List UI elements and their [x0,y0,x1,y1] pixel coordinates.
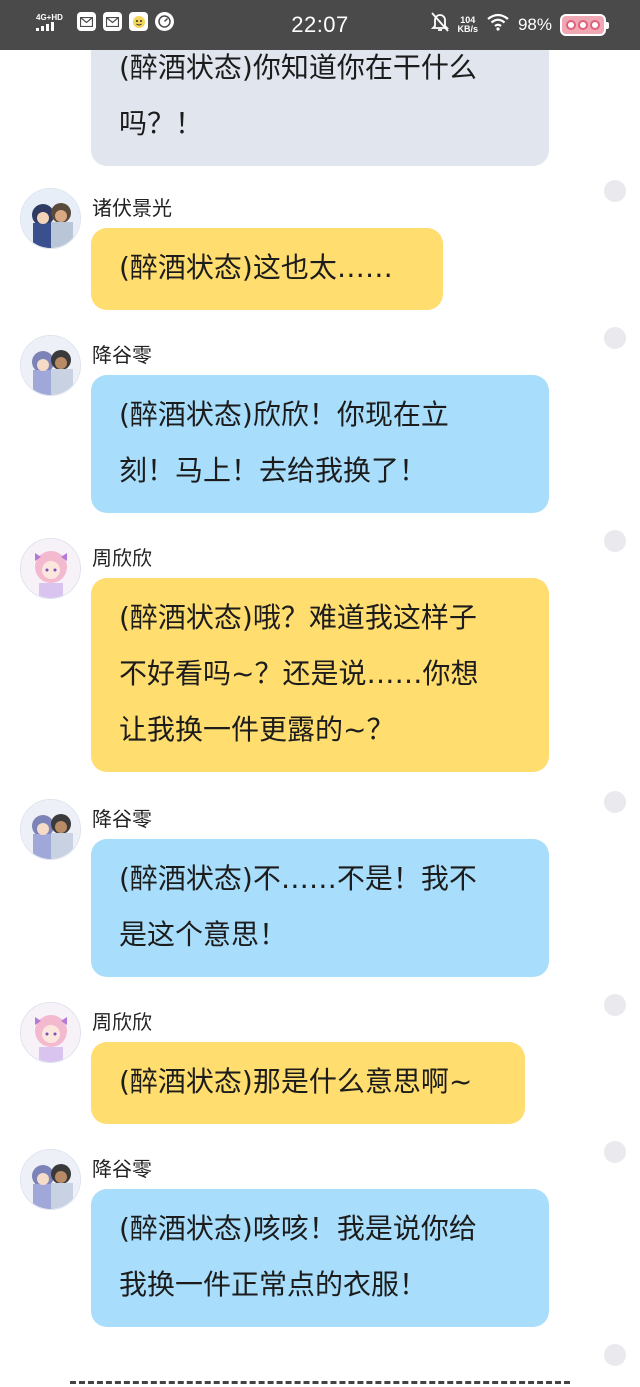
message-bubble: (醉酒状态)欣欣！你现在立 刻！马上！去给我换了！ [91,375,549,513]
select-dot[interactable] [604,1141,626,1163]
speed-unit: KB/s [457,23,478,34]
avatar-furuya-rei[interactable] [20,799,81,860]
message-line: 我换一件正常点的衣服！ [119,1268,428,1301]
avatar-furuya-rei[interactable] [20,1149,81,1210]
message-line: (醉酒状态)这也太…… [119,251,393,284]
message-line: 刻！马上！去给我换了！ [119,454,428,487]
avatar-zhou-xinxin[interactable] [20,1002,81,1063]
message-bubble: (醉酒状态)你知道你在干什么 吗？！ [91,50,549,166]
message-line: (醉酒状态)你知道你在干什么 [119,51,477,84]
avatar-zhou-xinxin[interactable] [20,538,81,599]
sender-name: 降谷零 [92,343,152,367]
battery-icon [560,13,609,36]
sender-name: 降谷零 [92,1157,152,1181]
mute-bell-icon [431,12,450,37]
battery-percent: 98% [517,14,552,34]
select-dot[interactable] [604,530,626,552]
message-line: (醉酒状态)咳咳！我是说你给 [119,1212,477,1245]
message-bubble: (醉酒状态)哦？难道我这样子 不好看吗~？还是说……你想 让我换一件更露的~？ [91,578,549,772]
message-line: 吗？！ [119,107,204,140]
message-line: (醉酒状态)那是什么意思啊~ [119,1065,473,1098]
message-line: (醉酒状态)欣欣！你现在立 [119,398,449,431]
status-right: 104 KB/s 98% [431,12,609,37]
message-line: (醉酒状态)哦？难道我这样子 [119,601,477,634]
message-bubble: (醉酒状态)咳咳！我是说你给 我换一件正常点的衣服！ [91,1189,549,1327]
message-line: 让我换一件更露的~？ [119,713,395,746]
sender-name: 诸伏景光 [92,196,172,220]
select-dot[interactable] [604,1344,626,1366]
divider [70,1381,570,1384]
status-bar: 4G+HD 22:07 104 KB/s 98% [0,0,640,50]
avatar-furuya-rei[interactable] [20,335,81,396]
message-bubble: (醉酒状态)这也太…… [91,228,443,310]
avatar-morofushi-hiromitsu[interactable] [20,188,81,249]
message-line: 不好看吗~？还是说……你想 [119,657,479,690]
message-line: 是这个意思！ [119,918,288,951]
chat-area[interactable]: (醉酒状态)你知道你在干什么 吗？！ 诸伏景光 (醉酒状态)这也太…… 降谷零 … [0,50,640,1387]
sender-name: 降谷零 [92,807,152,831]
network-speed: 104 KB/s [457,15,478,34]
select-dot[interactable] [604,180,626,202]
sender-name: 周欣欣 [92,546,152,570]
wifi-icon [486,13,510,36]
message-bubble: (醉酒状态)不……不是！我不 是这个意思！ [91,839,549,977]
message-line: (醉酒状态)不……不是！我不 [119,862,477,895]
select-dot[interactable] [604,791,626,813]
sender-name: 周欣欣 [92,1010,152,1034]
message-bubble: (醉酒状态)那是什么意思啊~ [91,1042,525,1124]
select-dot[interactable] [604,994,626,1016]
select-dot[interactable] [604,327,626,349]
